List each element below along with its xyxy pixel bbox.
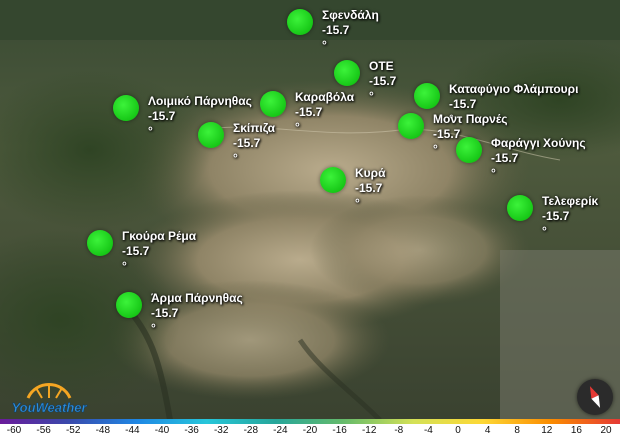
scale-tick-label: -8 [394, 425, 404, 436]
temperature-marker[interactable] [116, 292, 142, 318]
temperature-marker[interactable] [398, 113, 424, 139]
temperature-unit: ° [151, 321, 156, 335]
station-temperature: -15.7 [491, 151, 519, 165]
station-temperature: -15.7 [322, 23, 350, 37]
logo-text: YouWeather [11, 400, 87, 415]
station-name: ΟΤΕ [369, 59, 394, 73]
temperature-unit: ° [322, 38, 327, 52]
temperature-scale: -60 -56 -52 -48 -44 -40 -36 -32 -28 -24 -20 -16 -12-… [0, 424, 620, 440]
station-name: Σφενδάλη [322, 8, 379, 22]
station-label: ΟΤΕ -15.7 ° [369, 59, 396, 104]
station-name: Καταφύγιο Φλάμπουρι [449, 82, 579, 96]
temperature-marker[interactable] [87, 230, 113, 256]
scale-tick-label: 4 [484, 425, 491, 436]
scale-tick-label: -52 [65, 425, 81, 436]
station-name: Μοντ Παρνές [433, 112, 508, 126]
station-name: Κυρά [355, 166, 386, 180]
youweather-logo: YouWeather [11, 383, 88, 415]
temperature-marker[interactable] [507, 195, 533, 221]
station-temperature: -15.7 [355, 181, 383, 195]
station-temperature: -15.7 [295, 105, 323, 119]
scale-tick-label: -60 [6, 425, 22, 436]
scale-tick-label: 8 [514, 425, 520, 436]
scale-tick-label: -28 [243, 425, 259, 436]
station-temperature: -15.7 [151, 306, 179, 320]
temperature-marker[interactable] [334, 60, 360, 86]
temperature-marker[interactable] [287, 9, 313, 35]
scale-tick-label: -56 [36, 425, 51, 436]
station-temperature: -15.7 [369, 74, 397, 88]
temperature-unit: ° [233, 151, 238, 165]
station-label: Άρμα Πάρνηθας -15.7 ° [151, 291, 243, 336]
compass-needle-icon [589, 386, 601, 408]
scale-tick-label: -16 [332, 425, 347, 436]
scale-tick-label: -36 [184, 425, 199, 436]
station-label: Σφενδάλη -15.7 ° [322, 8, 379, 53]
compass-icon[interactable] [577, 379, 613, 415]
temperature-unit: ° [369, 89, 374, 103]
station-temperature: -15.7 [122, 244, 150, 258]
station-name: Σκίπιζα [233, 121, 275, 135]
scale-tick-label: -44 [125, 425, 140, 436]
scale-tick-label: -32 [213, 425, 229, 436]
scale-tick-label: -48 [95, 425, 111, 436]
map-view[interactable]: Σφενδάλη -15.7 ° ΟΤΕ -15.7 ° Καταφύγιο Φ… [0, 0, 620, 420]
temperature-marker[interactable] [414, 83, 440, 109]
scale-tick-label: 16 [570, 425, 582, 436]
scale-tick-label: -12 [361, 425, 377, 436]
station-name: Άρμα Πάρνηθας [151, 291, 243, 305]
temperature-unit: ° [122, 259, 127, 273]
station-temperature: -15.7 [542, 209, 570, 223]
station-temperature: -15.7 [233, 136, 261, 150]
scale-tick-label: -40 [154, 425, 170, 436]
temperature-marker[interactable] [320, 167, 346, 193]
station-name: Φαράγγι Χούνης [491, 136, 586, 150]
station-name: Καραβόλα [295, 90, 355, 104]
station-label: Κυρά -15.7 ° [355, 166, 385, 211]
scale-tick-label: 0 [455, 425, 461, 436]
temperature-unit: ° [355, 196, 360, 210]
scale-tick-label: -4 [423, 425, 433, 436]
temperature-marker[interactable] [113, 95, 139, 121]
station-label: Τελεφερίκ -15.7 ° [542, 194, 598, 239]
station-label: Σκίπιζα -15.7 ° [233, 121, 275, 166]
station-label: Φαράγγι Χούνης -15.7 ° [491, 136, 586, 181]
station-name: Λοιμικό Πάρνηθας [148, 94, 252, 108]
station-label: Γκούρα Ρέμα -15.7 ° [122, 229, 196, 274]
temperature-marker[interactable] [260, 91, 286, 117]
scale-tick-label: 12 [541, 425, 553, 436]
temperature-marker[interactable] [456, 137, 482, 163]
station-name: Τελεφερίκ [542, 194, 599, 208]
temperature-unit: ° [542, 224, 547, 238]
station-label: Καραβόλα -15.7 ° [295, 90, 354, 135]
scale-tick-label: -20 [302, 425, 318, 436]
scale-tick-label: 20 [600, 425, 612, 436]
scale-tick-label: -24 [273, 425, 288, 436]
temperature-unit: ° [295, 120, 300, 134]
temperature-marker[interactable] [198, 122, 224, 148]
station-name: Γκούρα Ρέμα [122, 229, 197, 243]
station-temperature: -15.7 [449, 97, 477, 111]
temperature-unit: ° [491, 166, 496, 180]
